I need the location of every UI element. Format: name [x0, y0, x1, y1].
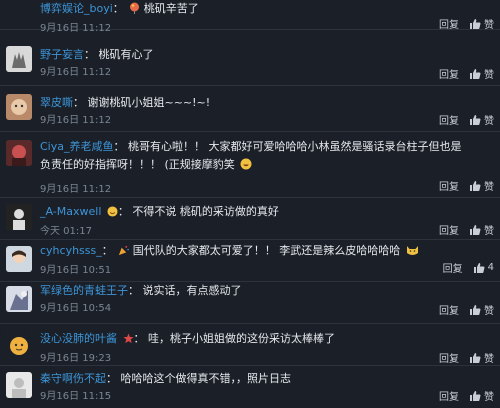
comment-date: 9月16日 11:12 [40, 67, 112, 78]
like-button[interactable]: 赞 [469, 222, 494, 237]
reply-button[interactable]: 回复 [439, 302, 459, 317]
thumbs-up-icon [470, 224, 481, 235]
comment-text: 桃矶辛苦了 [143, 2, 199, 15]
laugh-icon [240, 158, 252, 176]
comment-username[interactable]: Ciya_养老咸鱼 [40, 140, 114, 153]
comment-text: 哇，桃子小姐姐做的这份采访太棒棒了 [148, 332, 335, 345]
like-label: 赞 [484, 392, 494, 403]
comment-username[interactable]: 军绿色的青蛙王子 [40, 284, 128, 297]
comment-username[interactable]: 翠皮嘶 [40, 96, 73, 109]
reply-button[interactable]: 回复 [439, 350, 459, 365]
like-button[interactable]: 赞 [469, 112, 494, 127]
reply-button[interactable]: 回复 [439, 112, 459, 127]
avatar[interactable] [6, 246, 32, 272]
like-button[interactable]: 4 [473, 262, 494, 274]
like-label: 赞 [484, 306, 494, 317]
comment-username[interactable]: cyhcyhsss_ [40, 244, 102, 257]
like-button[interactable]: 赞 [469, 388, 494, 403]
reply-button[interactable]: 回复 [439, 16, 459, 31]
reply-button[interactable]: 回复 [439, 178, 459, 193]
comment-item: 没心没肺的叶酱 ： 哇，桃子小姐姐做的这份采访太棒棒了 9月16日 19:23 … [0, 324, 500, 366]
reply-button[interactable]: 回复 [443, 260, 463, 275]
balloon-icon [129, 2, 140, 19]
like-label: 赞 [484, 182, 494, 193]
comment-text: 谢谢桃矶小姐姐~~~!~! [87, 96, 211, 109]
reply-button[interactable]: 回复 [439, 222, 459, 237]
thumbs-up-icon [470, 390, 481, 401]
comment-text: 国代队的大家都太可爱了！！ 李武还是辣么皮哈哈哈哈 [132, 244, 401, 257]
like-button[interactable]: 赞 [469, 350, 494, 365]
comment-list: 博弈娱论_boyi： 桃矶辛苦了 9月16日 11:12 回复 赞 野子妄言： … [0, 0, 500, 403]
comment-username[interactable]: _A-Maxwell [40, 205, 101, 218]
comment-date: 9月16日 10:51 [40, 265, 112, 276]
avatar[interactable] [6, 46, 32, 72]
thumbs-up-icon [470, 180, 481, 191]
avatar[interactable] [6, 332, 32, 358]
thumbs-up-icon [473, 262, 485, 273]
comment-actions: 回复 赞 [439, 112, 494, 127]
cat-icon [406, 244, 419, 261]
comment-actions: 回复 赞 [439, 66, 494, 81]
comment-username[interactable]: 秦守啊伤不起 [40, 372, 106, 385]
comment-item: 秦守啊伤不起： 哈哈哈这个做得真不错，，照片日志 9月16日 11:15 回复 … [0, 366, 500, 408]
comment-date: 9月16日 19:23 [40, 353, 112, 364]
comment-actions: 回复 赞 [439, 16, 494, 31]
grin-icon [107, 205, 118, 222]
comment-text: 不得不说 桃矶的采访做的真好 [132, 205, 279, 218]
thumbs-up-icon [470, 18, 481, 29]
comment-username[interactable]: 没心没肺的叶酱 [40, 332, 117, 345]
comment-date: 9月16日 11:12 [40, 184, 112, 195]
comment-item: 翠皮嘶： 谢谢桃矶小姐姐~~~!~! 9月16日 11:12 回复 赞 [0, 86, 500, 132]
like-label: 赞 [484, 226, 494, 237]
comment-item: 博弈娱论_boyi： 桃矶辛苦了 9月16日 11:12 回复 赞 [0, 0, 500, 34]
reply-button[interactable]: 回复 [439, 66, 459, 81]
thumbs-up-icon [470, 68, 481, 79]
comment-actions: 回复 赞 [439, 178, 494, 193]
comment-actions: 回复 4 [443, 260, 494, 275]
comment-item: Ciya_养老咸鱼： 桃哥有心啦！！ 大家都好可爱哈哈哈小林虽然是骚话录台柱子但… [0, 132, 500, 198]
like-label: 赞 [484, 70, 494, 81]
comment-username[interactable]: 博弈娱论_boyi [40, 2, 113, 15]
comment-item: _A-Maxwell ： 不得不说 桃矶的采访做的真好 今天 01:17 回复 … [0, 198, 500, 240]
comment-actions: 回复 赞 [439, 222, 494, 237]
avatar[interactable] [6, 140, 32, 166]
comment-date: 9月16日 11:15 [40, 391, 112, 402]
like-button[interactable]: 赞 [469, 16, 494, 31]
comment-text: 说实话，有点感动了 [142, 284, 242, 297]
star-icon [122, 332, 134, 349]
comment-actions: 回复 赞 [439, 302, 494, 317]
comment-text: 哈哈哈这个做得真不错，，照片日志 [120, 372, 292, 385]
comment-date: 9月16日 10:54 [40, 303, 112, 314]
comment-item: 军绿色的青蛙王子： 说实话，有点感动了 9月16日 10:54 回复 赞 [0, 282, 500, 324]
avatar[interactable] [6, 94, 32, 120]
like-count: 4 [487, 262, 494, 273]
comment-item: 野子妄言： 桃矶有心了 9月16日 11:12 回复 赞 [0, 38, 500, 86]
comment-text: 桃矶有心了 [98, 48, 154, 61]
like-button[interactable]: 赞 [469, 66, 494, 81]
like-label: 赞 [484, 116, 494, 127]
like-label: 赞 [484, 354, 494, 365]
thumbs-up-icon [470, 114, 481, 125]
comment-date: 9月16日 11:12 [40, 115, 112, 126]
avatar[interactable] [6, 286, 32, 312]
like-button[interactable]: 赞 [469, 178, 494, 193]
comment-item: cyhcyhsss_： 国代队的大家都太可爱了！！ 李武还是辣么皮哈哈哈哈 9月… [0, 240, 500, 282]
thumbs-up-icon [470, 352, 481, 363]
like-label: 赞 [484, 20, 494, 31]
comment-actions: 回复 赞 [439, 350, 494, 365]
thumbs-up-icon [470, 304, 481, 315]
reply-button[interactable]: 回复 [439, 388, 459, 403]
party-icon [118, 244, 130, 261]
comment-username[interactable]: 野子妄言 [40, 48, 84, 61]
comment-actions: 回复 赞 [439, 388, 494, 403]
like-button[interactable]: 赞 [469, 302, 494, 317]
avatar[interactable] [6, 372, 32, 398]
comment-date: 9月16日 11:12 [40, 23, 112, 34]
comment-date: 今天 01:17 [40, 226, 92, 237]
avatar[interactable] [6, 204, 32, 230]
